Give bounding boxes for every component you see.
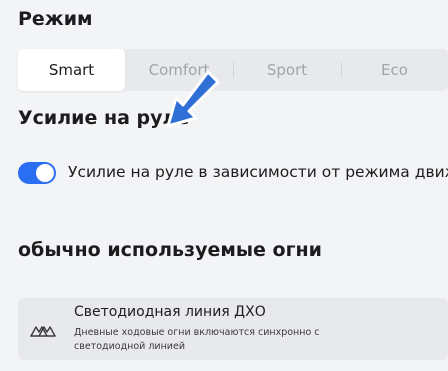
toggle-knob bbox=[36, 164, 54, 182]
drive-mode-selector: Smart Comfort Sport Eco bbox=[18, 49, 448, 91]
steering-effort-toggle[interactable] bbox=[18, 162, 56, 184]
drl-card-description: Дневные ходовые огни включаются синхронн… bbox=[74, 327, 320, 352]
drl-card-title: Светодиодная линия ДХО bbox=[74, 304, 266, 320]
mode-option-smart[interactable]: Smart bbox=[18, 49, 125, 91]
annotation-arrow-icon bbox=[166, 70, 220, 128]
mode-option-sport[interactable]: Sport bbox=[233, 49, 341, 91]
settings-page: Режим Smart Comfort Sport Eco Усилие на … bbox=[0, 0, 448, 371]
daytime-running-lights-icon bbox=[30, 326, 56, 337]
mode-section-title: Режим bbox=[18, 8, 93, 30]
mode-option-eco[interactable]: Eco bbox=[341, 49, 448, 91]
steering-effort-label: Усилие на руле в зависимости от режима д… bbox=[68, 163, 448, 181]
drl-led-line-card[interactable]: Светодиодная линия ДХО Дневные ходовые о… bbox=[18, 298, 448, 360]
lights-section-title: обычно используемые огни bbox=[18, 239, 322, 261]
